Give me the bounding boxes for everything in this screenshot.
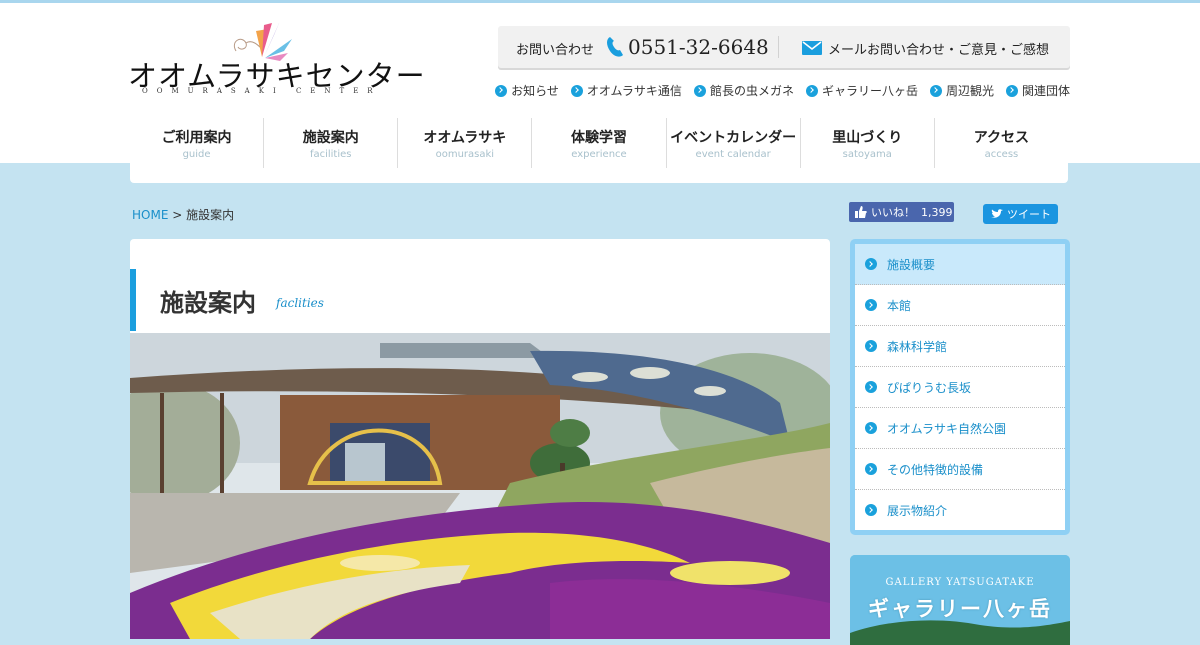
nav-sublabel: experience — [571, 148, 627, 160]
page-title: 施設案内 — [160, 288, 256, 317]
facility-photo — [130, 333, 830, 639]
tweet-button[interactable]: ツイート — [983, 204, 1058, 224]
nav-label: 里山づくり — [832, 129, 903, 146]
nav-sublabel: guide — [182, 148, 211, 160]
breadcrumb-current: 施設案内 — [186, 208, 235, 222]
nav-item-oomurasaki[interactable]: オオムラサキ oomurasaki — [398, 118, 533, 168]
subnav-item-news[interactable]: お知らせ — [495, 82, 559, 99]
banner-title-en: GALLERY YATSUGATAKE — [885, 577, 1035, 588]
subnav-label: オオムラサキ通信 — [586, 84, 682, 98]
breadcrumb: HOME > 施設案内 — [132, 206, 234, 223]
subnav-item-organizations[interactable]: 関連団体 — [1005, 82, 1070, 99]
subnav-item-director[interactable]: 館長の虫メガネ — [693, 82, 794, 99]
thumbs-up-icon — [855, 206, 867, 218]
contact-divider — [778, 36, 779, 58]
twitter-bird-icon — [991, 209, 1003, 218]
tweet-label: ツイート — [1007, 208, 1051, 221]
side-item-forest-science[interactable]: 森林科学館 — [855, 326, 1065, 367]
subnav-label: 周辺観光 — [945, 84, 994, 98]
side-item-main-building[interactable]: 本館 — [855, 285, 1065, 326]
nav-sublabel: event calendar — [695, 148, 771, 160]
subnav-item-gallery[interactable]: ギャラリー八ヶ岳 — [805, 82, 918, 99]
side-item-nature-park[interactable]: オオムラサキ自然公園 — [855, 408, 1065, 449]
contact-bar: お問い合わせ 0551-32-6648 メールお問い合わせ・ご意見・ご感想 — [498, 26, 1070, 68]
subnav-label: ギャラリー八ヶ岳 — [821, 84, 918, 98]
arrow-circle-icon — [865, 258, 877, 270]
arrow-circle-icon — [570, 84, 583, 97]
sub-navigation: お知らせ オオムラサキ通信 館長の虫メガネ ギャラリー八ヶ岳 周辺観光 関連団体 — [495, 82, 1070, 99]
nav-label: アクセス — [973, 129, 1030, 146]
side-item-label: その他特徴的設備 — [887, 462, 984, 477]
nav-label: 体験学習 — [570, 129, 627, 146]
phone-number[interactable]: 0551-32-6648 — [628, 35, 769, 59]
mail-contact-link[interactable]: メールお問い合わせ・ご意見・ご感想 — [828, 39, 1049, 58]
arrow-circle-icon — [865, 422, 877, 434]
nav-item-event-calendar[interactable]: イベントカレンダー event calendar — [667, 118, 801, 168]
nav-sublabel: facilities — [309, 148, 352, 160]
nav-item-facilities[interactable]: 施設案内 facilities — [264, 118, 399, 168]
arrow-circle-icon — [865, 504, 877, 516]
nav-label: イベントカレンダー — [670, 129, 797, 146]
subnav-item-newsletter[interactable]: オオムラサキ通信 — [570, 82, 682, 99]
side-item-exhibits[interactable]: 展示物紹介 — [855, 490, 1065, 530]
nav-sublabel: satoyama — [842, 148, 892, 160]
nav-item-satoyama[interactable]: 里山づくり satoyama — [801, 118, 935, 168]
banner-title-jp: ギャラリー八ヶ岳 — [868, 597, 1052, 621]
main-navigation: ご利用案内 guide 施設案内 facilities オオムラサキ oomurasa… — [130, 115, 1068, 183]
arrow-circle-icon — [929, 84, 942, 97]
nav-item-experience[interactable]: 体験学習 experience — [532, 118, 667, 168]
side-item-overview[interactable]: 施設概要 — [855, 244, 1065, 285]
nav-sublabel: oomurasaki — [435, 148, 495, 160]
breadcrumb-home-link[interactable]: HOME — [132, 208, 168, 222]
like-label: いいね！ — [871, 206, 915, 219]
side-item-label: オオムラサキ自然公園 — [887, 421, 1007, 436]
page-title-en: faclities — [276, 296, 324, 310]
arrow-circle-icon — [693, 84, 706, 97]
site-logo[interactable]: オオムラサキセンター OOMURASAKI CENTER — [128, 17, 425, 99]
arrow-circle-icon — [495, 84, 508, 97]
side-menu-list: 施設概要 本館 森林科学館 ぴぱりうむ長坂 オオムラサキ自然公園 その他特徴的設… — [855, 244, 1065, 530]
breadcrumb-separator: > — [172, 208, 183, 222]
nav-label: オオムラサキ — [423, 129, 507, 146]
arrow-circle-icon — [865, 299, 877, 311]
nav-label: 施設案内 — [302, 129, 359, 146]
side-item-other-facilities[interactable]: その他特徴的設備 — [855, 449, 1065, 490]
arrow-circle-icon — [805, 84, 818, 97]
nav-sublabel: access — [984, 148, 1019, 160]
subnav-label: お知らせ — [511, 84, 559, 98]
side-item-label: 施設概要 — [887, 257, 936, 272]
subnav-label: 館長の虫メガネ — [709, 84, 794, 98]
subnav-label: 関連団体 — [1021, 84, 1070, 98]
contact-label: お問い合わせ — [516, 43, 595, 58]
arrow-circle-icon — [865, 340, 877, 352]
arrow-circle-icon — [1005, 84, 1018, 97]
side-item-label: 森林科学館 — [887, 339, 948, 354]
phone-icon — [607, 37, 623, 57]
nav-item-guide[interactable]: ご利用案内 guide — [130, 118, 265, 168]
gallery-banner[interactable]: GALLERY YATSUGATAKE ギャラリー八ヶ岳 — [850, 555, 1070, 645]
main-content: 施設案内 faclities — [130, 239, 830, 639]
page-heading: 施設案内 faclities — [130, 269, 324, 331]
side-item-label: ぴぱりうむ長坂 — [887, 380, 972, 395]
facebook-like-button[interactable]: いいね！ 1,399 — [849, 202, 954, 222]
nav-item-access[interactable]: アクセス access — [935, 118, 1068, 168]
arrow-circle-icon — [865, 381, 877, 393]
side-menu: 施設概要 本館 森林科学館 ぴぱりうむ長坂 オオムラサキ自然公園 その他特徴的設… — [850, 239, 1070, 535]
mail-icon — [802, 41, 822, 55]
side-item-label: 本館 — [887, 298, 912, 313]
logo-subtitle: OOMURASAKI CENTER — [142, 87, 382, 95]
like-count: 1,399 — [921, 205, 953, 219]
nav-label: ご利用案内 — [161, 129, 232, 146]
arrow-circle-icon — [865, 463, 877, 475]
subnav-item-sightseeing[interactable]: 周辺観光 — [929, 82, 994, 99]
side-item-label: 展示物紹介 — [887, 503, 948, 518]
side-item-vivarium[interactable]: ぴぱりうむ長坂 — [855, 367, 1065, 408]
